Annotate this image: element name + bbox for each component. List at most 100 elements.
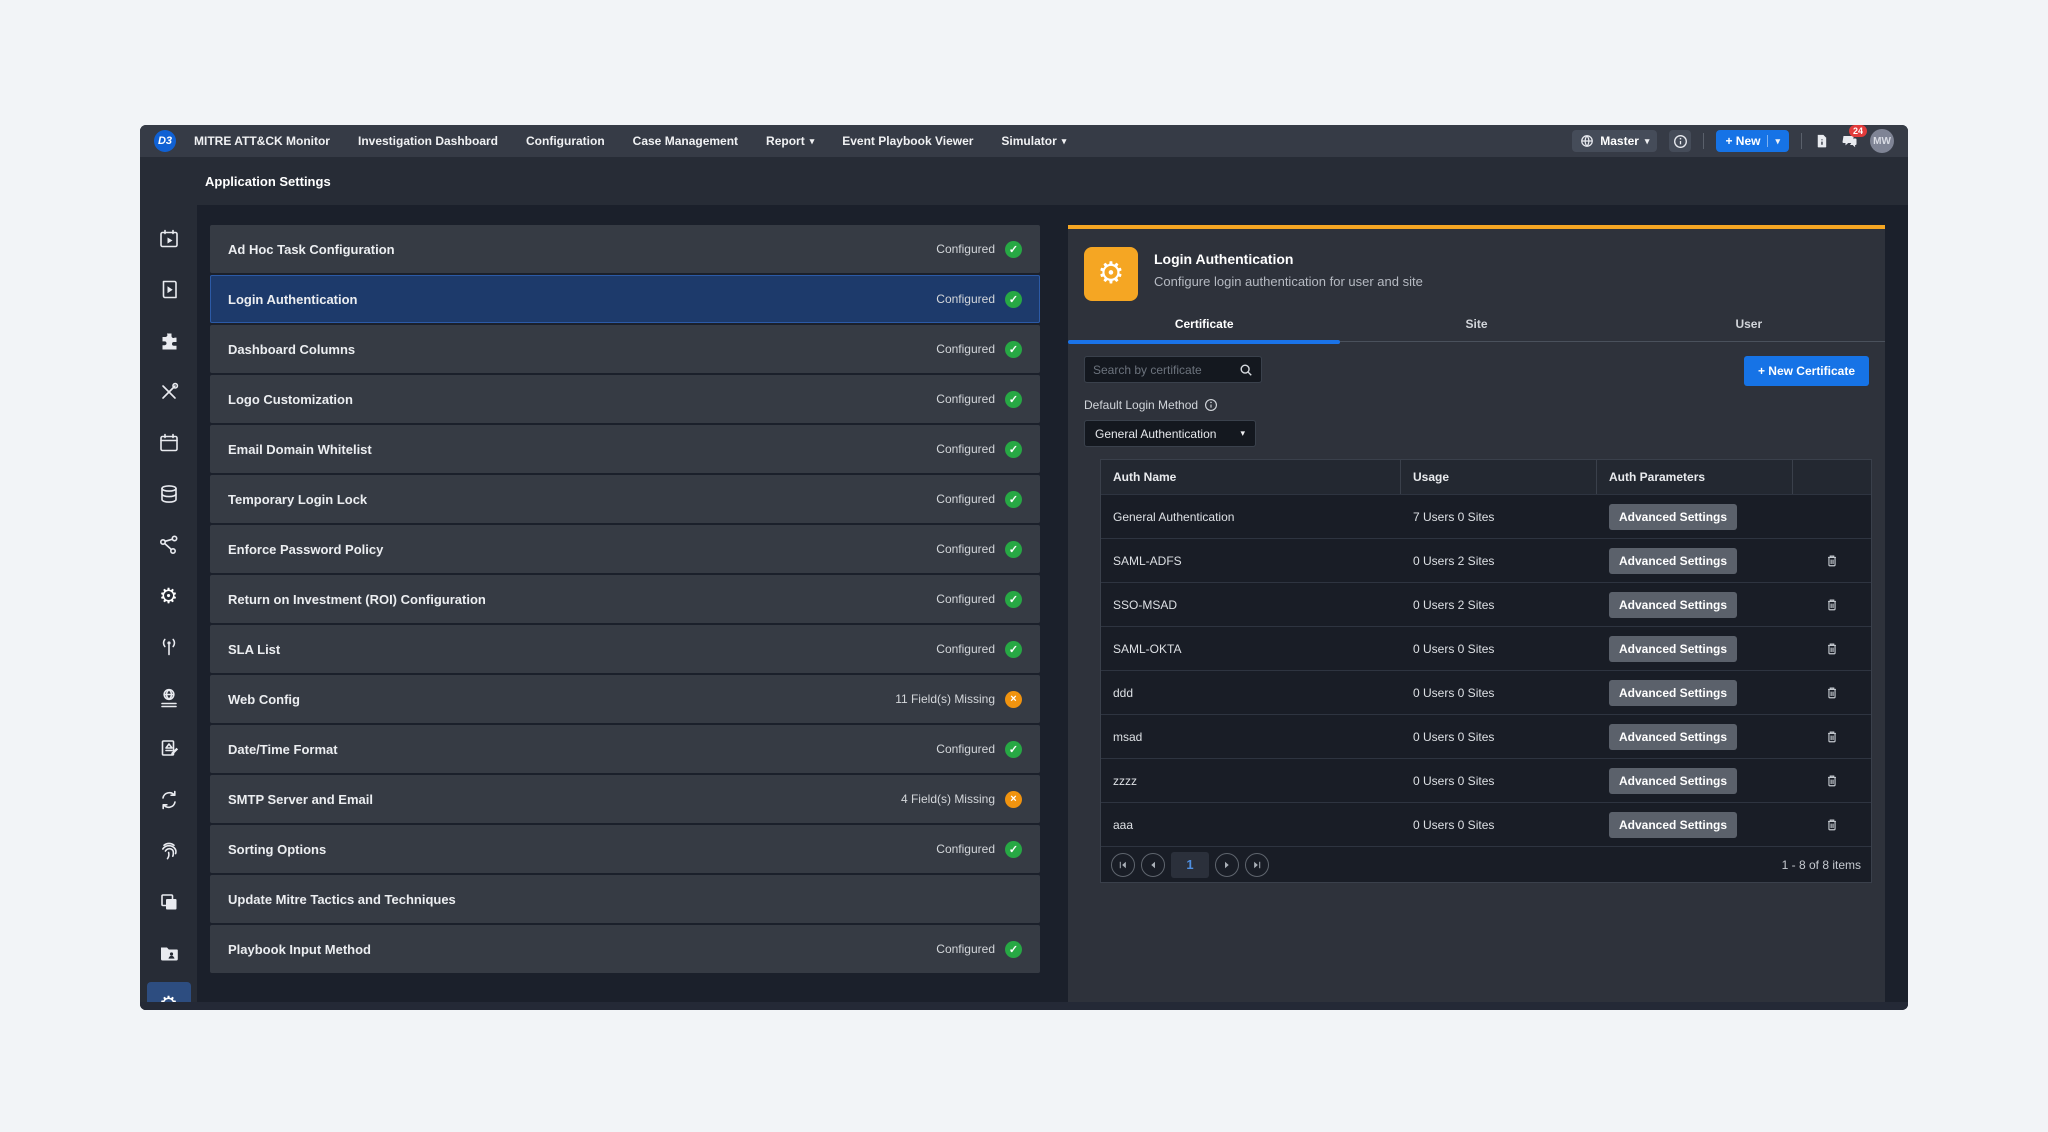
tools-icon: [158, 381, 180, 403]
settings-tile: ⚙: [1084, 247, 1138, 301]
info-button[interactable]: [1669, 130, 1691, 152]
workspace-selector[interactable]: Master ▾: [1572, 130, 1657, 152]
last-page-button[interactable]: [1245, 853, 1269, 877]
advanced-settings-button[interactable]: Advanced Settings: [1609, 680, 1737, 706]
tab-site[interactable]: Site: [1340, 317, 1612, 341]
sidebar-item-connections[interactable]: [147, 523, 191, 567]
new-certificate-button[interactable]: + New Certificate: [1744, 356, 1869, 386]
puzzle-icon: [158, 330, 180, 352]
nav-item-simulator[interactable]: Simulator▾: [1001, 134, 1066, 148]
sidebar-item-calendar-play[interactable]: [147, 217, 191, 261]
table-row: msad 0 Users 0 Sites Advanced Settings: [1101, 714, 1871, 758]
settings-row-temporary-login-lock[interactable]: Temporary Login Lock Configured ✓: [210, 475, 1040, 523]
delete-button[interactable]: [1825, 817, 1839, 832]
advanced-settings-button[interactable]: Advanced Settings: [1609, 636, 1737, 662]
sidebar-item-form-editor[interactable]: [147, 727, 191, 771]
nav-item-mitre-attack-monitor[interactable]: MITRE ATT&CK Monitor: [194, 134, 330, 148]
table-row: SAML-OKTA 0 Users 0 Sites Advanced Setti…: [1101, 626, 1871, 670]
sidebar-item-web-portal[interactable]: [147, 676, 191, 720]
advanced-settings-button[interactable]: Advanced Settings: [1609, 592, 1737, 618]
tab-user[interactable]: User: [1613, 317, 1885, 341]
settings-row-update-mitre[interactable]: Update Mitre Tactics and Techniques: [210, 875, 1040, 923]
error-icon: ×: [1005, 691, 1022, 708]
settings-row-login-authentication[interactable]: Login Authentication Configured ✓: [210, 275, 1040, 323]
delete-button[interactable]: [1825, 729, 1839, 744]
prev-page-button[interactable]: [1141, 853, 1165, 877]
sidebar-item-book-play[interactable]: [147, 268, 191, 312]
sidebar-item-api-settings[interactable]: ⚙: [147, 574, 191, 618]
error-icon: ×: [1005, 791, 1022, 808]
delete-button[interactable]: [1825, 641, 1839, 656]
book-play-icon: [158, 279, 180, 301]
check-icon: ✓: [1005, 291, 1022, 308]
settings-row-sorting-options[interactable]: Sorting Options Configured ✓: [210, 825, 1040, 873]
calendar-play-icon: [158, 228, 180, 250]
advanced-settings-button[interactable]: Advanced Settings: [1609, 724, 1737, 750]
trash-icon: [1825, 641, 1839, 656]
default-login-method-select[interactable]: General Authentication ▾: [1084, 420, 1256, 447]
delete-button[interactable]: [1825, 597, 1839, 612]
sidebar-item-data-sync[interactable]: [147, 778, 191, 822]
default-login-method-label: Default Login Method: [1084, 398, 1198, 412]
settings-row-ad-hoc-task[interactable]: Ad Hoc Task Configuration Configured ✓: [210, 225, 1040, 273]
settings-row-playbook-input-method[interactable]: Playbook Input Method Configured ✓: [210, 925, 1040, 973]
settings-row-date-time-format[interactable]: Date/Time Format Configured ✓: [210, 725, 1040, 773]
check-icon: ✓: [1005, 541, 1022, 558]
globe-lines-icon: [158, 687, 180, 709]
settings-row-sla-list[interactable]: SLA List Configured ✓: [210, 625, 1040, 673]
avatar[interactable]: MW: [1870, 129, 1894, 153]
advanced-settings-button[interactable]: Advanced Settings: [1609, 548, 1737, 574]
info-icon: [1673, 134, 1688, 149]
nav-item-investigation-dashboard[interactable]: Investigation Dashboard: [358, 134, 498, 148]
settings-list: Ad Hoc Task Configuration Configured ✓ L…: [210, 225, 1040, 975]
icon-sidebar: ⚙ ⚙: [140, 205, 197, 1010]
settings-row-dashboard-columns[interactable]: Dashboard Columns Configured ✓: [210, 325, 1040, 373]
delete-button[interactable]: [1825, 773, 1839, 788]
nav-item-case-management[interactable]: Case Management: [633, 134, 738, 148]
sidebar-item-data-management[interactable]: [147, 472, 191, 516]
sidebar-item-window-management[interactable]: [147, 880, 191, 924]
table-row: SSO-MSAD 0 Users 2 Sites Advanced Settin…: [1101, 582, 1871, 626]
advanced-settings-button[interactable]: Advanced Settings: [1609, 812, 1737, 838]
settings-row-roi-configuration[interactable]: Return on Investment (ROI) Configuration…: [210, 575, 1040, 623]
search-input[interactable]: [1093, 363, 1239, 377]
gear-icon: ⚙: [1098, 259, 1125, 289]
certificate-search: [1084, 356, 1262, 383]
sidebar-item-schedule[interactable]: [147, 421, 191, 465]
advanced-settings-button[interactable]: Advanced Settings: [1609, 768, 1737, 794]
nav-item-report[interactable]: Report▾: [766, 134, 814, 148]
next-page-button[interactable]: [1215, 853, 1239, 877]
settings-row-web-config[interactable]: Web Config 11 Field(s) Missing ×: [210, 675, 1040, 723]
d3-logo[interactable]: D3: [154, 130, 176, 152]
auth-table-header: Auth Name Usage Auth Parameters: [1101, 460, 1871, 494]
settings-row-enforce-password-policy[interactable]: Enforce Password Policy Configured ✓: [210, 525, 1040, 573]
document-info-icon: [1814, 133, 1829, 149]
chevron-down-icon: ▾: [1775, 136, 1780, 147]
settings-row-logo-customization[interactable]: Logo Customization Configured ✓: [210, 375, 1040, 423]
settings-row-smtp-server-email[interactable]: SMTP Server and Email 4 Field(s) Missing…: [210, 775, 1040, 823]
sidebar-item-utilities[interactable]: [147, 370, 191, 414]
prev-page-icon: [1148, 860, 1158, 870]
sidebar-item-identity[interactable]: [147, 829, 191, 873]
tab-certificate[interactable]: Certificate: [1068, 317, 1340, 341]
nav-item-configuration[interactable]: Configuration: [526, 134, 605, 148]
document-edit-icon: [158, 738, 180, 760]
sidebar-item-event-intake[interactable]: [147, 625, 191, 669]
settings-row-email-domain-whitelist[interactable]: Email Domain Whitelist Configured ✓: [210, 425, 1040, 473]
new-button[interactable]: + New ▾: [1716, 130, 1789, 152]
check-icon: ✓: [1005, 241, 1022, 258]
document-info-button[interactable]: [1814, 133, 1829, 149]
delete-button[interactable]: [1825, 685, 1839, 700]
sidebar-item-user-groups[interactable]: [147, 931, 191, 975]
sidebar-item-integrations[interactable]: [147, 319, 191, 363]
notifications-button[interactable]: 24: [1841, 133, 1858, 149]
nav-item-event-playbook-viewer[interactable]: Event Playbook Viewer: [842, 134, 973, 148]
delete-button[interactable]: [1825, 553, 1839, 568]
advanced-settings-button[interactable]: Advanced Settings: [1609, 504, 1737, 530]
main-content: Ad Hoc Task Configuration Configured ✓ L…: [197, 205, 1908, 1010]
trash-icon: [1825, 729, 1839, 744]
table-footer: 1 1 - 8 of 8 items: [1101, 846, 1871, 882]
info-icon[interactable]: [1204, 398, 1218, 412]
scrollbar-track[interactable]: [140, 1002, 1908, 1010]
first-page-button[interactable]: [1111, 853, 1135, 877]
